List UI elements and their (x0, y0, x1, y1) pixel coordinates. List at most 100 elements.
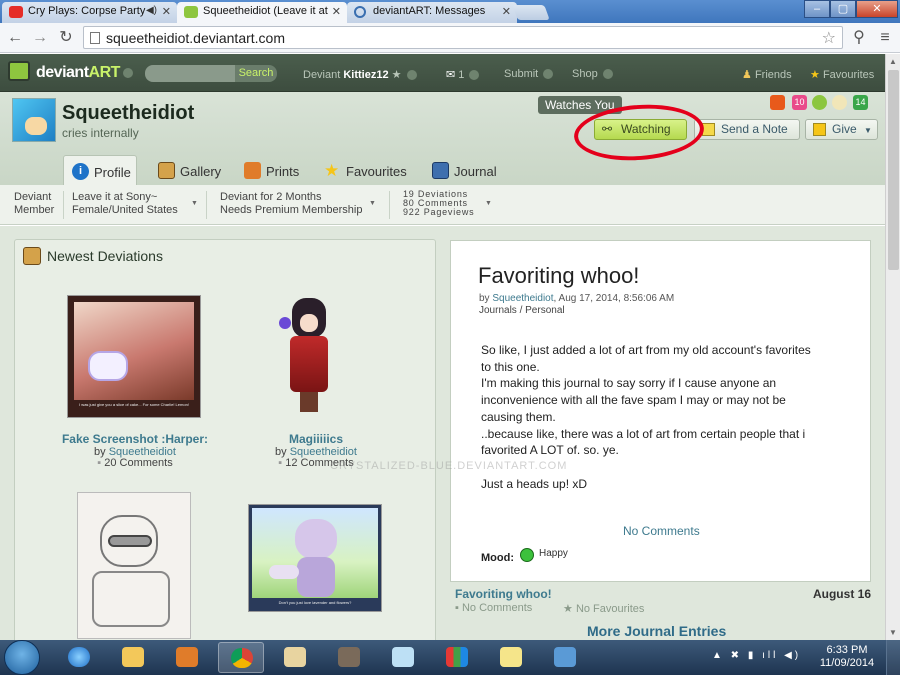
tab-journal[interactable]: Journal (424, 155, 500, 185)
search-input[interactable] (145, 65, 235, 82)
deviation-thumbnail[interactable] (274, 292, 344, 422)
favs-count: No Favourites (575, 603, 645, 615)
badge-icecream-icon[interactable] (832, 95, 847, 110)
deviation-title-link[interactable]: Fake Screenshot :Harper: (35, 432, 235, 446)
scroll-up-icon[interactable]: ▲ (889, 57, 897, 66)
profile-username[interactable]: Squeetheidiot (62, 102, 194, 125)
stats[interactable]: 19 Deviations 80 Comments 922 Pageviews (403, 190, 474, 217)
tab-gallery[interactable]: Gallery (150, 155, 226, 185)
journal-entry-favs[interactable]: ★ No Favourites (563, 602, 644, 615)
deviant-label: Deviant (303, 69, 341, 81)
shop-menu[interactable]: Shop (572, 68, 613, 80)
deviant-menu[interactable]: Deviant Kittiez12 ★ (303, 68, 417, 81)
deviation-thumbnail[interactable]: I was just give you a slice of cake... F… (67, 295, 201, 418)
deviation-title-link[interactable]: Magiiiiics (216, 432, 416, 446)
messages-count: 1 (458, 69, 465, 81)
chevron-down-icon[interactable] (123, 68, 133, 78)
show-desktop-button[interactable] (886, 640, 900, 675)
page-scrollbar[interactable]: ▲ ▼ (885, 54, 900, 640)
system-tray-icons[interactable]: ▲ ✖ ▮ ıll ◀) (712, 650, 801, 661)
paint-taskbar-button[interactable] (272, 642, 318, 673)
back-arrow-icon[interactable]: ← (4, 27, 26, 49)
friends-label: Friends (754, 69, 792, 81)
send-note-button[interactable]: Send a Note (694, 119, 800, 140)
friends-link[interactable]: ♟ Friends (742, 68, 792, 81)
membership-info[interactable]: Deviant for 2 Months Needs Premium Membe… (220, 191, 362, 217)
gimp-icon (338, 647, 360, 667)
journal-category[interactable]: Journals / Personal (479, 305, 565, 316)
sticky-notes-taskbar-button[interactable] (488, 642, 534, 673)
deviantart-logo-icon[interactable] (8, 61, 30, 81)
deviation-thumbnail[interactable]: Don't you just love lavender and flowers… (248, 504, 382, 612)
search-button[interactable]: Search (235, 65, 277, 82)
tab-cry-plays[interactable]: Cry Plays: Corpse Party ◀) ✕ (2, 2, 177, 23)
journal-date: , Aug 17, 2014, 8:56:06 AM (553, 293, 675, 304)
media-taskbar-button[interactable] (164, 642, 210, 673)
chrome-taskbar-button[interactable] (218, 642, 264, 673)
watermark-text: CRYSTALIZED-BLUE.DEVIANTART.COM (330, 460, 568, 472)
deviantart-wordmark[interactable]: deviantART (36, 64, 120, 82)
chevron-down-icon[interactable]: ▼ (191, 200, 198, 207)
thumb-dress (290, 336, 328, 392)
close-tab-icon[interactable]: ✕ (502, 5, 511, 18)
notepad-icon (392, 647, 414, 667)
tab-squeetheidiot[interactable]: Squeetheidiot (Leave it at ✕ (177, 2, 347, 23)
chevron-down-icon[interactable]: ▼ (369, 200, 376, 207)
divider (206, 191, 207, 219)
badge-smiley-icon[interactable] (812, 95, 827, 110)
avatar[interactable] (12, 98, 56, 142)
submit-menu[interactable]: Submit (504, 68, 554, 80)
thumb-caption: I was just give you a slice of cake... F… (79, 402, 189, 407)
browser-tab-strip: Cry Plays: Corpse Party ◀) ✕ Squeetheidi… (0, 0, 900, 23)
menu-icon[interactable]: ≡ (874, 27, 896, 49)
close-window-button[interactable]: ✕ (856, 0, 898, 18)
member-type-line2: Member (14, 204, 55, 216)
wordmark-b: ART (88, 64, 121, 81)
address-bar[interactable]: squeetheidiot.deviantart.com ☆ (83, 26, 843, 49)
give-button[interactable]: Give ▼ (805, 119, 878, 140)
minimize-button[interactable]: – (804, 0, 830, 18)
badge-bird-icon[interactable] (770, 95, 785, 110)
photo-viewer-taskbar-button[interactable] (542, 642, 588, 673)
gimp-taskbar-button[interactable] (326, 642, 372, 673)
tab-profile[interactable]: i Profile (63, 155, 137, 185)
gift-icon (813, 123, 826, 136)
reload-icon[interactable]: ↻ (55, 27, 77, 49)
journal-entry-comments[interactable]: ▪ No Comments (455, 602, 532, 614)
scrollbar-thumb[interactable] (888, 70, 899, 270)
badge-calendar-icon[interactable]: 10 (792, 95, 807, 110)
maximize-button[interactable]: ▢ (830, 0, 856, 18)
forward-arrow-icon[interactable]: → (29, 27, 51, 49)
tab-favourites[interactable]: ★ Favourites (316, 155, 412, 185)
journal-title[interactable]: Favoriting whoo! (478, 263, 639, 289)
badge-llama-icon[interactable]: 14 (853, 95, 868, 110)
new-tab-button[interactable] (512, 5, 550, 20)
deviation-thumbnail[interactable] (77, 492, 191, 639)
app-grid-icon (446, 647, 468, 667)
clock-date: 11/09/2014 (819, 657, 875, 669)
deviation-comments[interactable]: ▪ 20 Comments (35, 457, 235, 469)
ie-taskbar-button[interactable] (56, 642, 102, 673)
close-tab-icon[interactable]: ✕ (162, 5, 171, 18)
tab-deviantart-messages[interactable]: deviantART: Messages ✕ (347, 2, 517, 23)
author-link[interactable]: Squeetheidiot (492, 293, 553, 304)
no-comments-link[interactable]: No Comments (623, 524, 700, 538)
tab-prints[interactable]: Prints (236, 155, 302, 185)
apps-taskbar-button[interactable] (434, 642, 480, 673)
chevron-down-icon[interactable]: ▼ (485, 200, 492, 207)
bookmark-star-icon[interactable]: ☆ (822, 28, 836, 48)
user-details[interactable]: Leave it at Sony~ Female/United States (72, 191, 178, 217)
explorer-taskbar-button[interactable] (110, 642, 156, 673)
windows-start-icon[interactable] (4, 640, 40, 675)
messages-menu[interactable]: ✉ 1 (446, 68, 480, 81)
more-journal-entries-link[interactable]: More Journal Entries (587, 623, 726, 639)
journal-entry-title[interactable]: Favoriting whoo! (455, 587, 552, 601)
favourites-link[interactable]: ★ Favourites (810, 68, 874, 81)
scroll-down-icon[interactable]: ▼ (889, 628, 897, 637)
folder-icon (122, 647, 144, 667)
notepad-taskbar-button[interactable] (380, 642, 426, 673)
browser-toolbar: ← → ↻ squeetheidiot.deviantart.com ☆ ⚲ ≡ (0, 23, 900, 53)
search-icon[interactable]: ⚲ (848, 27, 870, 49)
close-tab-icon[interactable]: ✕ (332, 5, 341, 18)
taskbar-clock[interactable]: 6:33 PM 11/09/2014 (818, 644, 876, 670)
